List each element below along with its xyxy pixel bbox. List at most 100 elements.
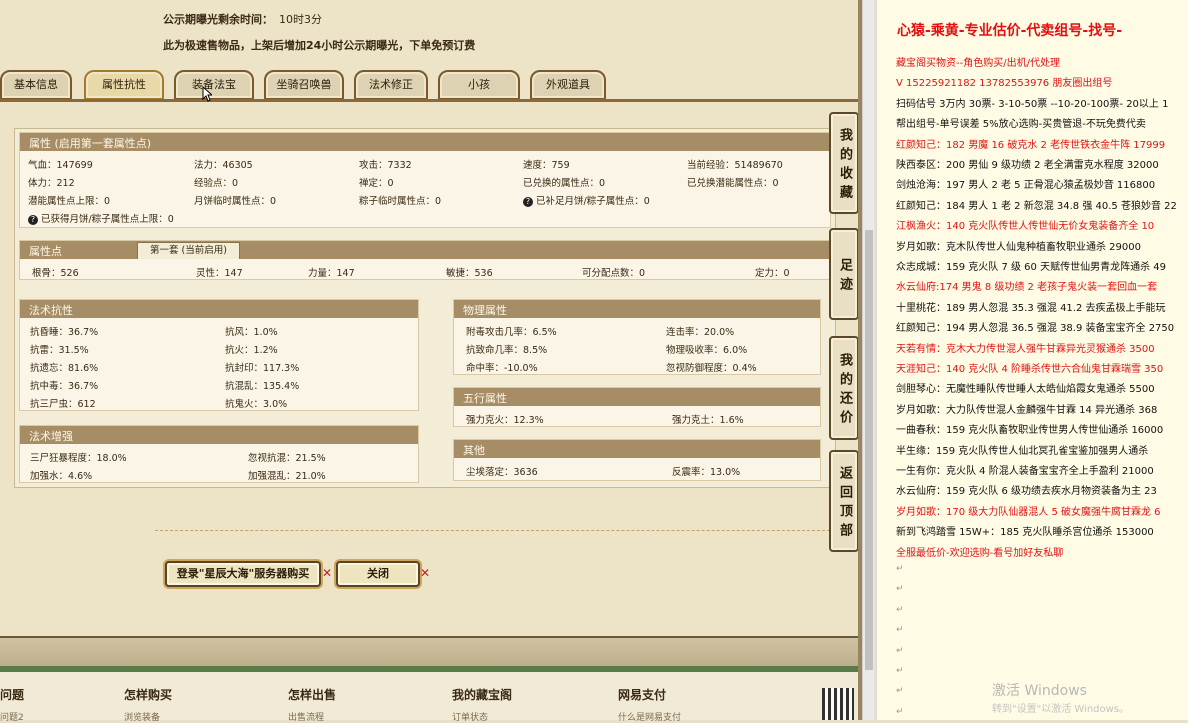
resist-value: 抗混乱：135.4%	[225, 381, 300, 392]
doc-line: 剑胆琴心：无魔性睡队传世睡人太皓仙焰霞女鬼通杀 5500	[896, 384, 1155, 396]
footer-link[interactable]: 出售流程	[288, 710, 324, 723]
doc-line: 岁月如歌：大力队传世混人金麟强牛甘霖 14 异光通杀 368	[896, 404, 1158, 416]
help-icon[interactable]: ?	[523, 197, 533, 207]
spell-resist-header: 法术抗性	[20, 300, 418, 318]
five-elements-title: 五行属性	[463, 392, 507, 405]
fast-sale-notice: 此为极速售物品，上架后增加24小时公示期曝光，下单免预订费	[163, 39, 476, 52]
points-tab-set1[interactable]: 第一套 (当前启用)	[137, 242, 240, 259]
point-value: 根骨：526	[32, 268, 79, 279]
boost-value: 忽视抗混：21.5%	[248, 453, 326, 464]
attr-value: 月饼临时属性点：0	[194, 196, 277, 207]
sidebar-history-button[interactable]: 足迹	[829, 228, 859, 320]
footer-decoration	[0, 636, 862, 672]
tab-baseline	[0, 99, 862, 102]
attributes-title: 属性 (启用第一套属性点)	[29, 137, 152, 150]
footer-col-my-cbg[interactable]: 我的藏宝阁	[452, 686, 512, 703]
tab-basic-info[interactable]: 基本信息	[0, 70, 72, 100]
tab-equipment[interactable]: 装备法宝	[174, 70, 254, 100]
other-title: 其他	[463, 444, 485, 457]
resist-value: 抗风：1.0%	[225, 327, 278, 338]
paragraph-mark-icon: ↵	[896, 666, 904, 676]
physical-header: 物理属性	[454, 300, 820, 318]
footer-link[interactable]: 浏览装备	[124, 710, 160, 723]
doc-line: 一生有你：克火队 4 阶混人装备宝宝齐全上手盈利 21000	[896, 466, 1154, 477]
mouse-cursor-icon	[202, 86, 212, 102]
element-value: 强力克土：1.6%	[672, 415, 744, 426]
boost-value: 三尸狂暴程度：18.0%	[30, 453, 127, 464]
game-page: 公示期曝光剩余时间： 10时3分 此为极速售物品，上架后增加24小时公示期曝光，下…	[0, 0, 862, 723]
scrollbar-thumb[interactable]	[865, 230, 873, 670]
paragraph-mark-icon: ↵	[896, 584, 904, 595]
footer-link[interactable]: 问题2	[0, 710, 24, 723]
text-document: 心猿-乘黄-专业估价-代卖组号-找号- 藏宝阁买物资--角色购买/出机/代处理 V…	[876, 0, 1188, 720]
points-section: 属性点 第一套 (当前启用) 根骨：526 灵性：147 力量：147 敏捷：5…	[19, 240, 831, 280]
doc-line: 十里桃花：189 男人忽混 35.3 强混 41.2 去疾孟极上手能玩	[896, 302, 1166, 314]
spell-boost-title: 法术增强	[29, 430, 73, 443]
footer-col-pay[interactable]: 网易支付	[618, 686, 666, 703]
point-value: 定力：0	[755, 268, 790, 279]
sidebar-back-to-top-button[interactable]: 返回顶部	[829, 450, 859, 552]
tab-children[interactable]: 小孩	[438, 70, 520, 100]
doc-line: 众志成城：159 克火队 7 级 60 天赋传世仙男青龙阵通杀 49	[896, 262, 1166, 273]
attr-value: 粽子临时属性点：0	[359, 196, 442, 207]
doc-line: 陕西泰区：200 男仙 9 级功绩 2 老全满雷克水程度 32000	[896, 160, 1159, 171]
attr-value: 已兑换潜能属性点：0	[687, 178, 779, 189]
point-value: 灵性：147	[196, 268, 243, 279]
boost-value: 加强水：4.6%	[30, 471, 93, 482]
doc-line: 天若有情：克木大力传世混人强牛甘霖异光灵猴通杀 3500	[896, 343, 1155, 355]
physical-value: 连击率：20.0%	[666, 327, 735, 338]
doc-line: 江枫渔火：140 克火队传世人传世仙无价女鬼装备齐全 10	[896, 221, 1155, 233]
tab-bar: 基本信息 属性抗性 装备法宝 坐骑召唤兽 法术修正 小孩 外观道具	[0, 68, 862, 102]
element-value: 强力克火：12.3%	[466, 415, 544, 426]
footer-link[interactable]: 订单状态	[452, 710, 488, 723]
exposure-notice: 公示期曝光剩余时间： 10时3分	[163, 11, 322, 27]
attr-value: 速度：759	[523, 160, 570, 171]
spell-resist-title: 法术抗性	[29, 304, 73, 317]
other-header: 其他	[454, 440, 820, 458]
attributes-section: 属性 (启用第一套属性点) 气血：147699 法力：46305 攻击：7332…	[19, 132, 831, 228]
attr-value-text: 已补足月饼/粽子属性点：0	[536, 196, 650, 207]
help-icon[interactable]: ?	[28, 215, 38, 225]
paragraph-mark-icon: ↵	[896, 645, 904, 656]
resist-value: 抗雷：31.5%	[30, 345, 89, 356]
sidebar-favorites-button[interactable]: 我的收藏	[829, 112, 859, 214]
point-value: 力量：147	[308, 268, 355, 279]
doc-line: 全服最低价-欢迎选购-看号加好友私聊	[896, 547, 1064, 559]
activate-windows-hint: 转到"设置"以激活 Windows。	[992, 704, 1130, 715]
doc-line: 红颜知己：182 男魔 16 破克水 2 老传世铁衣金牛阵 17999	[896, 139, 1166, 151]
tab-attributes[interactable]: 属性抗性	[84, 70, 164, 100]
points-title: 属性点	[29, 245, 62, 258]
footer-col-help[interactable]: 问题	[0, 686, 24, 703]
doc-line: 帮出组号-单号误差 5%放心选购-买贵管退-不玩免费代卖	[896, 119, 1146, 131]
scrollbar[interactable]	[862, 0, 874, 720]
tab-appearance[interactable]: 外观道具	[530, 70, 606, 100]
divider	[155, 530, 835, 531]
other-value: 尘埃落定：3636	[466, 467, 538, 478]
doc-line: 红颜知己：184 男人 1 老 2 新忽混 34.8 强 40.5 苍狼妙音 2…	[896, 200, 1177, 212]
footer-col-sell[interactable]: 怎样出售	[288, 686, 336, 703]
five-elements-header: 五行属性	[454, 388, 820, 406]
tab-mounts-pets[interactable]: 坐骑召唤兽	[264, 70, 344, 100]
close-button[interactable]: 关闭	[336, 561, 420, 587]
footer-link[interactable]: 什么是网易支付	[618, 710, 681, 723]
spell-resist-section: 法术抗性 抗昏睡：36.7% 抗雷：31.5% 抗遗忘：81.6% 抗中毒：36…	[19, 299, 419, 411]
qr-code-icon	[822, 688, 854, 720]
resist-value: 抗中毒：36.7%	[30, 381, 99, 392]
doc-line: V 15225921182 13782553976 朋友圈出组号	[896, 78, 1113, 90]
doc-line: 水云仙府:174 男鬼 8 级功绩 2 老孩子鬼火装一套回血一套	[896, 282, 1158, 294]
attr-value: 体力：212	[28, 178, 75, 189]
footer-col-buy[interactable]: 怎样购买	[124, 686, 172, 703]
attr-value: 已兑换的属性点：0	[523, 178, 606, 189]
login-server-buy-button[interactable]: 登录"星辰大海"服务器购买	[165, 561, 321, 587]
sidebar-bargain-button[interactable]: 我的还价	[829, 336, 859, 440]
exposure-time: 10时3分	[279, 13, 322, 26]
spell-boost-header: 法术增强	[20, 426, 418, 444]
exposure-label: 公示期曝光剩余时间：	[163, 13, 273, 26]
attr-value-text: 已获得月饼/粽子属性点上限：0	[41, 214, 174, 225]
doc-line: 岁月如歌：克木队传世人仙鬼种植畜牧职业通杀 29000	[896, 241, 1141, 253]
tab-spell-mods[interactable]: 法术修正	[354, 70, 428, 100]
paragraph-mark-icon: ↵	[896, 625, 904, 636]
activate-windows-watermark: 激活 Windows	[992, 683, 1087, 699]
physical-section: 物理属性 附毒攻击几率：6.5% 抗致命几率：8.5% 命中率：-10.0% 连…	[453, 299, 821, 375]
paragraph-mark-icon: ↵	[896, 604, 904, 615]
